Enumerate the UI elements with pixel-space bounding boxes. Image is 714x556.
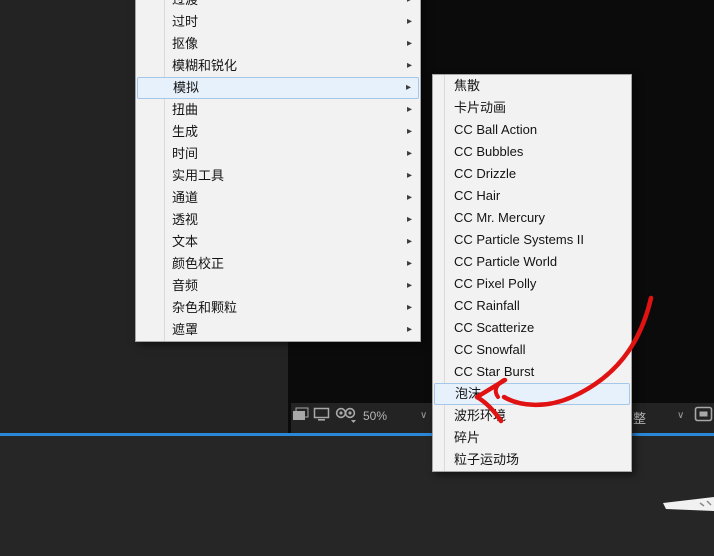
menu-item-transition-partial[interactable]: 过渡▸	[136, 0, 420, 11]
submenu-arrow-icon: ▸	[406, 60, 412, 71]
submenu-item-particle-playground[interactable]: 粒子运动场	[433, 449, 631, 471]
submenu-item-cc-particle-systems-ii[interactable]: CC Particle Systems II	[433, 229, 631, 251]
submenu-arrow-icon: ▸	[406, 170, 412, 181]
monitor-icon[interactable]	[313, 407, 331, 423]
menu-item-blur-sharpen[interactable]: 模糊和锐化 ▸	[136, 55, 420, 77]
submenu-item-cc-hair[interactable]: CC Hair	[433, 185, 631, 207]
submenu-item-wave-world[interactable]: 波形环境	[433, 405, 631, 427]
resolution-chevron-icon[interactable]: ∨	[677, 410, 684, 421]
simulation-submenu: 焦散 卡片动画 CC Ball Action CC Bubbles CC Dri…	[432, 74, 632, 472]
submenu-item-cc-snowfall[interactable]: CC Snowfall	[433, 339, 631, 361]
submenu-arrow-icon: ▸	[406, 16, 412, 27]
ui-fragment	[660, 495, 714, 512]
menu-item-generate[interactable]: 生成 ▸	[136, 121, 420, 143]
submenu-item-cc-ball-action[interactable]: CC Ball Action	[433, 119, 631, 141]
zoom-level-dropdown[interactable]: 50%	[363, 409, 387, 423]
menu-item-simulation[interactable]: 模拟 ▸	[137, 77, 419, 99]
after-effects-window: 50% ∨ 整 ∨ 1 ≡ 09 ps)	[0, 0, 714, 556]
submenu-arrow-icon: ▸	[405, 82, 411, 93]
submenu-arrow-icon: ▸	[406, 214, 412, 225]
stereo-goggles-icon[interactable]	[335, 406, 357, 424]
submenu-item-cc-scatterize[interactable]: CC Scatterize	[433, 317, 631, 339]
submenu-arrow-icon: ▸	[406, 192, 412, 203]
submenu-arrow-icon: ▸	[406, 324, 412, 335]
submenu-item-cc-drizzle[interactable]: CC Drizzle	[433, 163, 631, 185]
submenu-item-shatter[interactable]: 碎片	[433, 427, 631, 449]
submenu-arrow-icon: ▸	[406, 148, 412, 159]
submenu-arrow-icon: ▸	[407, 0, 412, 11]
submenu-arrow-icon: ▸	[406, 280, 412, 291]
submenu-item-cc-bubbles[interactable]: CC Bubbles	[433, 141, 631, 163]
submenu-item-cc-particle-world[interactable]: CC Particle World	[433, 251, 631, 273]
menu-item-noise-grain[interactable]: 杂色和颗粒 ▸	[136, 297, 420, 319]
submenu-arrow-icon: ▸	[406, 302, 412, 313]
submenu-arrow-icon: ▸	[406, 38, 412, 49]
effect-context-menu: 过渡▸ 过时▸ 抠像▸ 模糊和锐化▸ 模拟▸ 扭曲▸ 生成▸ 时间▸ 实用工具▸…	[135, 0, 421, 342]
submenu-item-cc-pixel-polly[interactable]: CC Pixel Polly	[433, 273, 631, 295]
menu-item-time[interactable]: 时间 ▸	[136, 143, 420, 165]
menu-item-distort[interactable]: 扭曲 ▸	[136, 99, 420, 121]
zoom-chevron-icon[interactable]: ∨	[420, 410, 427, 421]
menu-item-keying[interactable]: 抠像 ▸	[136, 33, 420, 55]
submenu-item-caustics[interactable]: 焦散	[433, 75, 631, 97]
menu-item-matte[interactable]: 遮罩 ▸	[136, 319, 420, 341]
submenu-item-foam[interactable]: 泡沫	[434, 383, 630, 405]
menu-item-utility[interactable]: 实用工具 ▸	[136, 165, 420, 187]
submenu-item-card-dance[interactable]: 卡片动画	[433, 97, 631, 119]
menu-item-color-correction[interactable]: 颜色校正 ▸	[136, 253, 420, 275]
submenu-arrow-icon: ▸	[406, 126, 412, 137]
menu-item-audio[interactable]: 音频 ▸	[136, 275, 420, 297]
menu-item-perspective[interactable]: 透视 ▸	[136, 209, 420, 231]
menu-item-channel[interactable]: 通道 ▸	[136, 187, 420, 209]
resolution-dropdown-partial[interactable]: 整	[633, 408, 646, 427]
submenu-item-cc-star-burst[interactable]: CC Star Burst	[433, 361, 631, 383]
submenu-item-cc-mr-mercury[interactable]: CC Mr. Mercury	[433, 207, 631, 229]
menu-item-obsolete[interactable]: 过时 ▸	[136, 11, 420, 33]
menu-item-text[interactable]: 文本 ▸	[136, 231, 420, 253]
submenu-arrow-icon: ▸	[406, 236, 412, 247]
region-of-interest-icon[interactable]	[694, 406, 713, 423]
submenu-item-cc-rainfall[interactable]: CC Rainfall	[433, 295, 631, 317]
stacked-panels-icon[interactable]	[292, 407, 310, 423]
submenu-arrow-icon: ▸	[406, 258, 412, 269]
submenu-arrow-icon: ▸	[406, 104, 412, 115]
